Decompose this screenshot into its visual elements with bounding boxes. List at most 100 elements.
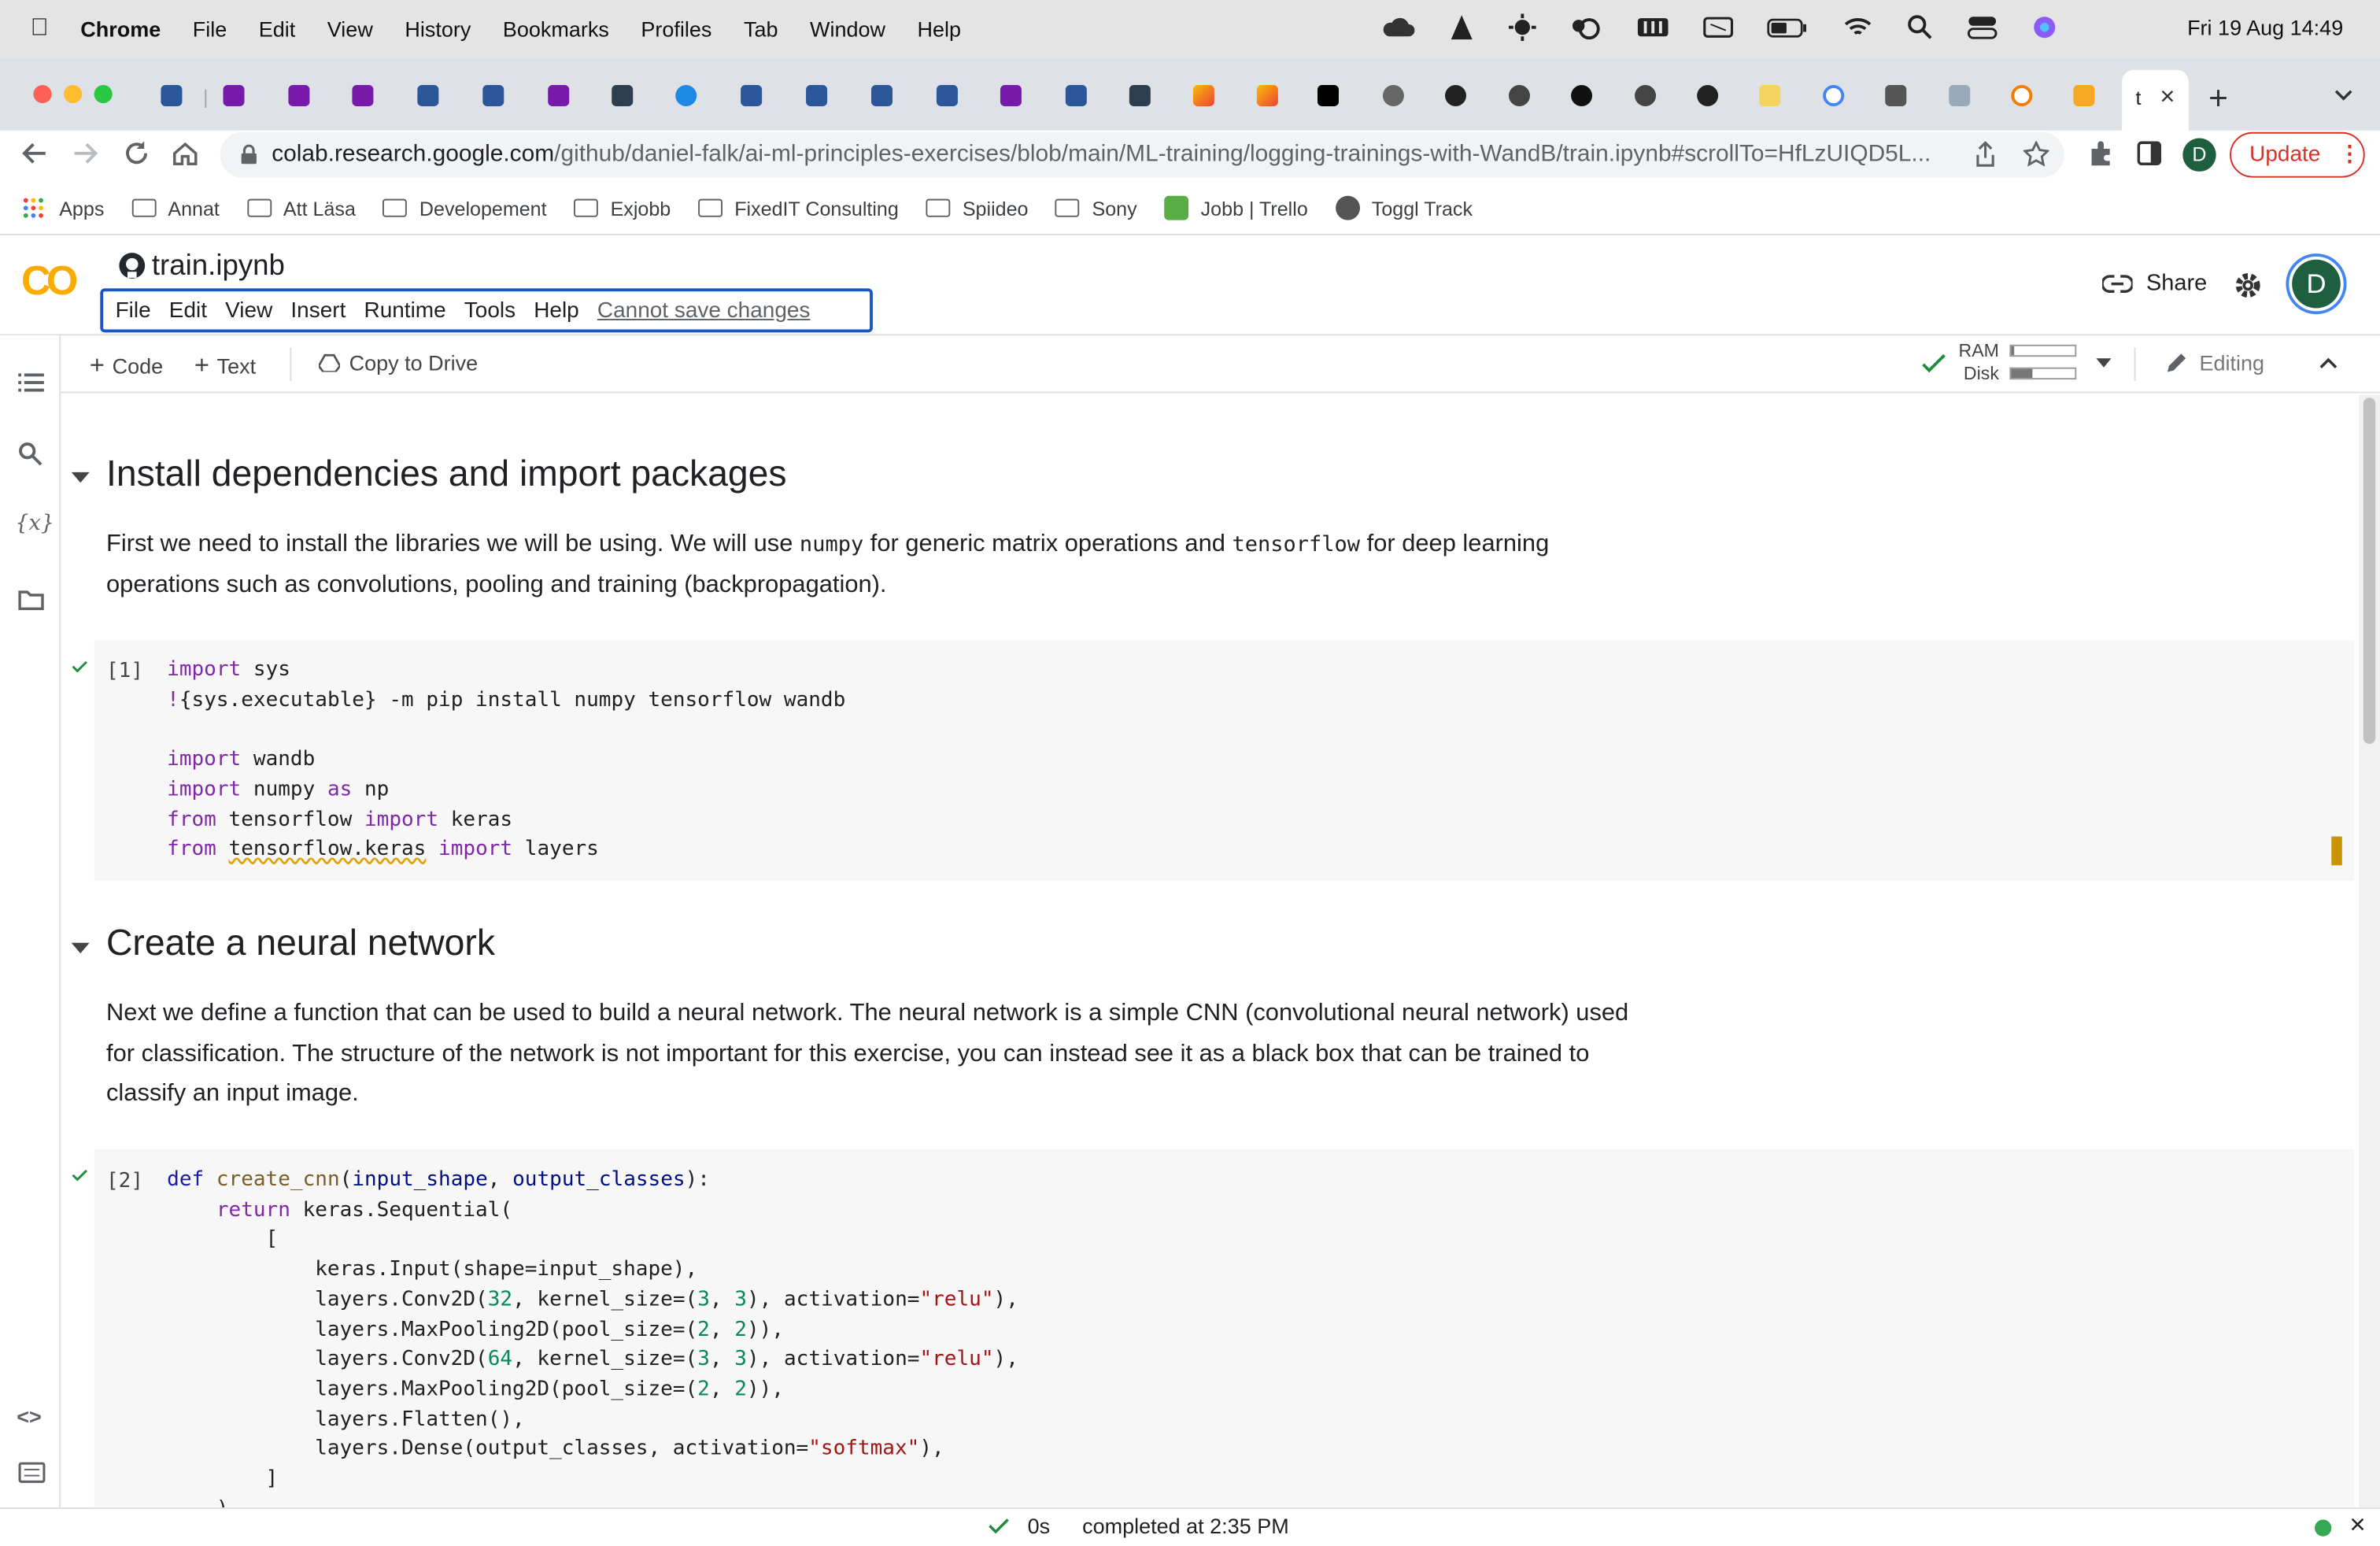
menu-profiles[interactable]: Profiles bbox=[641, 17, 711, 41]
back-arrow-icon[interactable] bbox=[21, 141, 49, 165]
colab-menu-edit[interactable]: Edit bbox=[169, 298, 207, 323]
close-window-button[interactable] bbox=[33, 84, 52, 104]
colab-menu-runtime[interactable]: Runtime bbox=[364, 298, 445, 323]
cloud-icon[interactable] bbox=[1381, 15, 1415, 39]
colab-menu-help[interactable]: Help bbox=[534, 298, 579, 323]
control-center-icon[interactable] bbox=[1967, 15, 1998, 39]
home-icon[interactable] bbox=[172, 139, 199, 167]
siri-icon[interactable] bbox=[2031, 13, 2058, 41]
save-status-link[interactable]: Cannot save changes bbox=[597, 298, 811, 323]
bookmark-folder-exjobb[interactable]: Exjobb bbox=[574, 197, 671, 220]
tab-github-icon[interactable] bbox=[1444, 84, 1466, 106]
tab-word-icon[interactable] bbox=[741, 84, 763, 106]
files-folder-icon[interactable] bbox=[18, 589, 44, 611]
colab-menu-tools[interactable]: Tools bbox=[464, 298, 516, 323]
bookmark-folder-sony[interactable]: Sony bbox=[1055, 197, 1137, 220]
code-editor[interactable]: def create_cnn(input_shape, output_class… bbox=[167, 1166, 1018, 1507]
tab-globe-icon[interactable] bbox=[1635, 84, 1657, 106]
notebook-filename[interactable]: train.ipynb bbox=[152, 250, 285, 283]
bookmark-trello[interactable]: Jobb | Trello bbox=[1164, 195, 1308, 220]
runtime-status-dot-icon[interactable] bbox=[2315, 1519, 2332, 1537]
code-editor[interactable]: import sys !{sys.executable} -m pip inst… bbox=[167, 656, 845, 865]
zoom-window-button[interactable] bbox=[94, 84, 113, 104]
command-palette-icon[interactable] bbox=[18, 1462, 46, 1483]
bookmark-folder-annat[interactable]: Annat bbox=[131, 197, 220, 220]
collapse-section-triangle-icon[interactable] bbox=[71, 942, 90, 955]
share-button[interactable]: Share bbox=[2102, 270, 2207, 296]
execution-count[interactable]: [2] bbox=[106, 1169, 143, 1193]
active-tab[interactable]: t × bbox=[2122, 69, 2189, 131]
menu-app-chrome[interactable]: Chrome bbox=[80, 17, 161, 41]
bookmark-folder-developement[interactable]: Developement bbox=[382, 197, 547, 220]
side-panel-icon[interactable] bbox=[2137, 141, 2162, 166]
menu-help[interactable]: Help bbox=[918, 17, 962, 41]
bookmark-folder-att-lasa[interactable]: Att Läsa bbox=[246, 197, 356, 220]
apple-icon[interactable]:  bbox=[31, 15, 49, 43]
tab-google-icon[interactable] bbox=[1823, 84, 1845, 106]
update-chrome-button[interactable]: Update ⋮ bbox=[2230, 131, 2365, 178]
resources-dropdown-icon[interactable] bbox=[2096, 358, 2112, 369]
variables-icon[interactable]: {x} bbox=[15, 512, 54, 536]
tab-drive-icon[interactable] bbox=[1192, 84, 1214, 106]
search-icon[interactable] bbox=[18, 442, 42, 466]
tab-markdown-icon[interactable] bbox=[1885, 84, 1907, 106]
code-cell[interactable]: [1] import sys !{sys.executable} -m pip … bbox=[72, 640, 2355, 881]
table-of-contents-icon[interactable] bbox=[18, 372, 44, 393]
tab-colab-icon[interactable] bbox=[2073, 84, 2095, 106]
tab-jupyter-icon[interactable] bbox=[2011, 84, 2033, 106]
add-text-cell-button[interactable]: + Text bbox=[194, 350, 256, 381]
new-tab-plus-icon[interactable]: + bbox=[2208, 79, 2228, 118]
ram-usage-bar[interactable] bbox=[2009, 344, 2077, 357]
bookmark-toggl[interactable]: Toggl Track bbox=[1335, 195, 1473, 220]
window-icon[interactable] bbox=[1703, 15, 1734, 39]
share-page-icon[interactable] bbox=[1975, 141, 1996, 167]
code-cell[interactable]: [2] def create_cnn(input_shape, output_c… bbox=[72, 1148, 2355, 1508]
forward-arrow-icon[interactable] bbox=[72, 141, 99, 165]
tab-onenote-icon[interactable] bbox=[352, 84, 374, 106]
colab-menu-view[interactable]: View bbox=[225, 298, 272, 323]
tab-onedrive-icon[interactable] bbox=[675, 84, 697, 106]
tab-grid-icon[interactable] bbox=[1759, 84, 1781, 106]
collapse-section-triangle-icon[interactable] bbox=[71, 472, 90, 484]
address-bar[interactable]: colab.research.google.com/github/daniel-… bbox=[220, 131, 2064, 178]
vlc-icon[interactable] bbox=[1448, 13, 1476, 41]
tab-favicon-icon[interactable] bbox=[161, 84, 183, 106]
bookmark-star-icon[interactable] bbox=[2023, 141, 2049, 167]
settings-gear-icon[interactable] bbox=[2233, 270, 2264, 301]
tab-onenote-icon[interactable] bbox=[548, 84, 570, 106]
tab-word-icon[interactable] bbox=[936, 84, 958, 106]
chrome-profile-avatar[interactable]: D bbox=[2182, 138, 2216, 172]
time-tracker-icon[interactable] bbox=[1569, 13, 1602, 41]
tab-globe-icon[interactable] bbox=[1508, 84, 1530, 106]
extensions-puzzle-icon[interactable] bbox=[2087, 139, 2115, 167]
bookmark-folder-fixedit[interactable]: FixedIT Consulting bbox=[697, 197, 899, 220]
tab-image-icon[interactable] bbox=[1949, 84, 1971, 106]
tab-favicon-icon[interactable] bbox=[1065, 84, 1087, 106]
tab-medium-icon[interactable] bbox=[1317, 84, 1339, 106]
menu-bookmarks[interactable]: Bookmarks bbox=[503, 17, 609, 41]
menu-edit[interactable]: Edit bbox=[259, 17, 296, 41]
tab-github-icon[interactable] bbox=[1697, 84, 1719, 106]
colab-logo[interactable]: CO bbox=[21, 258, 78, 305]
tab-onenote-icon[interactable] bbox=[223, 84, 245, 106]
tab-tds-icon[interactable] bbox=[612, 84, 634, 106]
menu-file[interactable]: File bbox=[193, 17, 227, 41]
colab-menu-insert[interactable]: Insert bbox=[290, 298, 346, 323]
colab-menu-file[interactable]: File bbox=[116, 298, 151, 323]
tab-word-icon[interactable] bbox=[870, 84, 893, 106]
tab-search-chevron-icon[interactable] bbox=[2333, 88, 2354, 103]
tab-word-icon[interactable] bbox=[482, 84, 504, 106]
scrollbar-thumb[interactable] bbox=[2363, 398, 2376, 744]
bookmark-apps[interactable]: Apps bbox=[23, 197, 104, 220]
completed-status[interactable]: completed at 2:35 PM bbox=[1082, 1514, 1289, 1538]
more-vertical-icon[interactable]: ⋮ bbox=[2338, 142, 2360, 167]
collapse-header-chevron-icon[interactable] bbox=[2319, 357, 2338, 368]
tab-word-icon[interactable] bbox=[806, 84, 828, 106]
close-tab-icon[interactable]: × bbox=[2160, 82, 2175, 113]
reload-icon[interactable] bbox=[123, 139, 150, 167]
keyboard-icon[interactable] bbox=[1636, 15, 1669, 39]
disk-usage-bar[interactable] bbox=[2009, 367, 2077, 380]
tab-pm-icon[interactable] bbox=[1571, 84, 1593, 106]
editing-mode-button[interactable]: Editing bbox=[2164, 350, 2264, 375]
copy-to-drive-button[interactable]: Copy to Drive bbox=[318, 350, 478, 375]
